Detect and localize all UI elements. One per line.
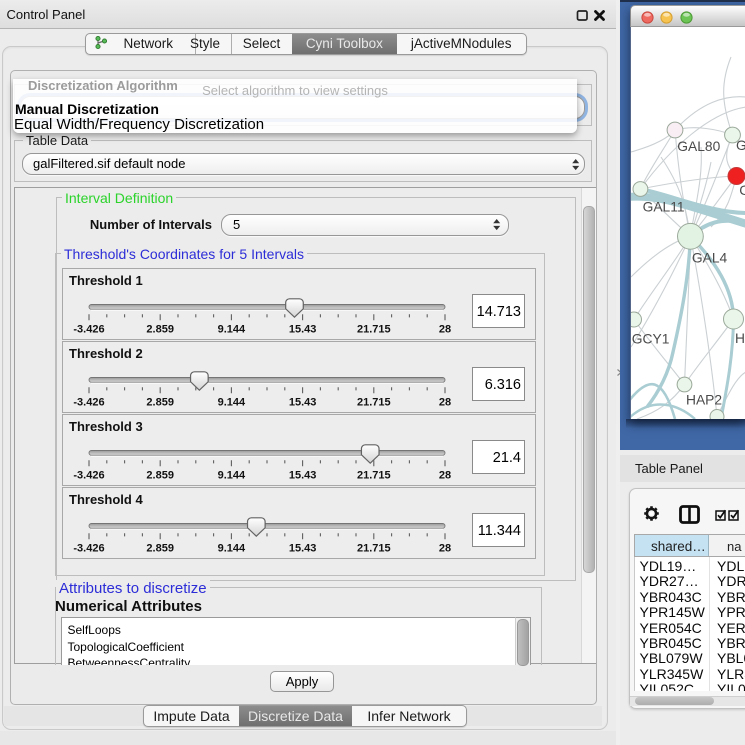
svg-text:2.859: 2.859: [146, 397, 174, 409]
svg-text:2.859: 2.859: [146, 324, 174, 336]
svg-text:9.144: 9.144: [218, 470, 246, 482]
svg-text:9.144: 9.144: [218, 397, 246, 409]
svg-text:28: 28: [439, 470, 451, 482]
svg-text:GCY1: GCY1: [632, 332, 670, 347]
svg-text:GAL4: GAL4: [692, 251, 728, 266]
svg-text:-3.426: -3.426: [73, 470, 104, 482]
svg-text:2.859: 2.859: [146, 470, 174, 482]
svg-text:15.43: 15.43: [289, 324, 317, 336]
svg-text:21.715: 21.715: [357, 470, 391, 482]
svg-text:21.715: 21.715: [357, 324, 391, 336]
svg-text:GAL80: GAL80: [677, 139, 720, 154]
svg-text:-3.426: -3.426: [73, 324, 104, 336]
svg-text:-3.426: -3.426: [73, 397, 104, 409]
svg-text:H: H: [735, 331, 745, 346]
svg-text:15.43: 15.43: [289, 470, 317, 482]
svg-text:28: 28: [439, 324, 451, 336]
svg-text:21.715: 21.715: [357, 543, 391, 555]
svg-text:9.144: 9.144: [218, 324, 246, 336]
svg-text:C: C: [739, 183, 745, 198]
svg-text:9.144: 9.144: [218, 543, 246, 555]
svg-text:-3.426: -3.426: [73, 543, 104, 555]
svg-text:15.43: 15.43: [289, 543, 317, 555]
svg-text:GAL11: GAL11: [643, 200, 685, 215]
svg-text:21.715: 21.715: [357, 397, 391, 409]
svg-text:15.43: 15.43: [289, 397, 317, 409]
svg-text:28: 28: [439, 543, 451, 555]
svg-text:HAP2: HAP2: [686, 393, 722, 408]
svg-text:2.859: 2.859: [146, 543, 174, 555]
svg-text:GA: GA: [736, 138, 745, 153]
svg-text:28: 28: [439, 397, 451, 409]
